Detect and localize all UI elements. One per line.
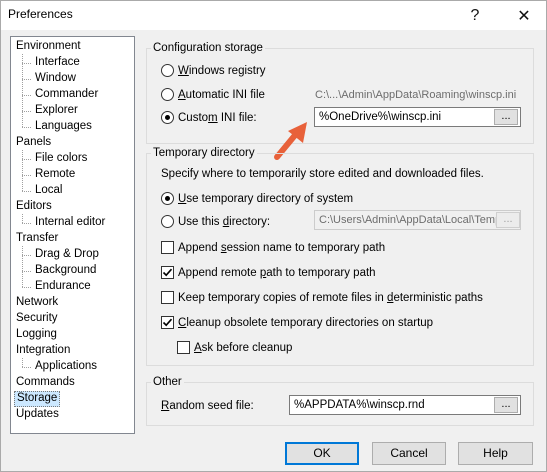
custom-ini-radio[interactable] [161,111,174,124]
close-title-button[interactable]: ✕ [502,1,546,30]
tree-item[interactable]: Panels [14,135,53,151]
help-icon: ? [470,6,480,24]
tree-item[interactable]: Commander [33,87,100,103]
use-this-directory-radio[interactable] [161,215,174,228]
tree-connector [22,223,31,224]
checkmark-icon [162,318,173,327]
custom-ini-field[interactable]: %OneDrive%\winscp.ini [314,107,521,127]
tree-item[interactable]: Window [33,71,78,87]
tree-connector [22,214,23,223]
tree-item[interactable]: Local [33,183,65,199]
temporary-directory-group [146,153,534,366]
keep-copies-label[interactable]: Keep temporary copies of remote files in… [178,291,483,305]
tree-connector [22,79,31,80]
preferences-dialog: Preferences ? ✕ Environment Interface Wind… [0,0,547,472]
tree-item[interactable]: Languages [33,119,94,135]
tree-item[interactable]: Environment [14,39,83,55]
checkmark-icon [162,268,173,277]
random-seed-field[interactable]: %APPDATA%\winscp.rnd [289,395,521,415]
tree-connector [22,63,31,64]
window-title: Preferences [8,7,73,21]
custom-ini-browse-button[interactable]: ... [494,109,518,125]
tree-item[interactable]: Interface [33,55,82,71]
title-bar: Preferences ? ✕ [1,1,546,30]
close-icon: ✕ [517,7,531,25]
this-directory-browse-button[interactable]: ... [496,212,520,228]
tree-item[interactable]: Endurance [33,279,93,295]
help-button[interactable]: Help [458,442,533,465]
tree-connector [22,358,23,367]
tree-connector [22,255,31,256]
windows-registry-label[interactable]: Windows registry [178,64,266,78]
tree-connector [22,175,31,176]
tree-item[interactable]: Security [14,311,60,327]
windows-registry-radio[interactable] [161,64,174,77]
tree-item[interactable]: Explorer [33,103,80,119]
use-this-directory-label[interactable]: Use this directory: [178,215,270,229]
other-title: Other [151,375,184,389]
tree-connector [22,54,23,127]
cleanup-label[interactable]: Cleanup obsolete temporary directories o… [178,316,433,330]
use-temp-directory-radio[interactable] [161,192,174,205]
tree-item[interactable]: Integration [14,343,72,359]
tree-item[interactable]: Storage [14,391,61,407]
tree-connector [22,191,31,192]
automatic-ini-label[interactable]: Automatic INI file [178,88,265,102]
keep-copies-checkbox[interactable] [161,291,174,304]
tree-connector [22,246,23,287]
tree-item[interactable]: Transfer [14,231,60,247]
append-remote-path-label[interactable]: Append remote path to temporary path [178,266,376,280]
temporary-directory-description: Specify where to temporarily store edite… [161,168,484,180]
tree-item[interactable]: Network [14,295,60,311]
tree-item[interactable]: Drag & Drop [33,247,101,263]
configuration-storage-title: Configuration storage [151,41,265,55]
append-session-checkbox[interactable] [161,241,174,254]
tree-connector [22,150,23,191]
random-seed-browse-button[interactable]: ... [494,397,518,413]
tree-item[interactable]: Editors [14,199,54,215]
automatic-ini-radio[interactable] [161,88,174,101]
ask-before-cleanup-checkbox[interactable] [177,341,190,354]
append-session-label[interactable]: Append session name to temporary path [178,241,385,255]
tree-item[interactable]: Internal editor [33,215,107,231]
append-remote-path-checkbox[interactable] [161,266,174,279]
tree-item[interactable]: Background [33,263,98,279]
cancel-button[interactable]: Cancel [372,442,446,465]
ask-before-cleanup-label[interactable]: Ask before cleanup [194,341,292,355]
custom-ini-label[interactable]: Custom INI file: [178,111,257,125]
help-title-button[interactable]: ? [453,1,497,30]
tree-item[interactable]: File colors [33,151,89,167]
use-temp-directory-label[interactable]: Use temporary directory of system [178,192,353,206]
random-seed-label: Random seed file: [161,400,254,412]
tree-item[interactable]: Logging [14,327,59,343]
tree-connector [22,271,31,272]
cleanup-checkbox[interactable] [161,316,174,329]
tree-connector [22,159,31,160]
this-directory-field[interactable]: C:\Users\Admin\AppData\Local\Temp [314,210,521,230]
tree-connector [22,127,31,128]
automatic-ini-path: C:\...\Admin\AppData\Roaming\winscp.ini [315,89,517,101]
preferences-tree[interactable]: Environment Interface Window Commander Explo… [10,36,135,434]
tree-item[interactable]: Updates [14,407,61,423]
tree-item[interactable]: Remote [33,167,77,183]
tree-connector [22,367,31,368]
tree-item[interactable]: Commands [14,375,77,391]
tree-connector [22,111,31,112]
tree-item[interactable]: Applications [33,359,99,375]
ok-button[interactable]: OK [285,442,359,465]
temporary-directory-title: Temporary directory [151,146,257,160]
tree-connector [22,95,31,96]
tree-connector [22,287,31,288]
